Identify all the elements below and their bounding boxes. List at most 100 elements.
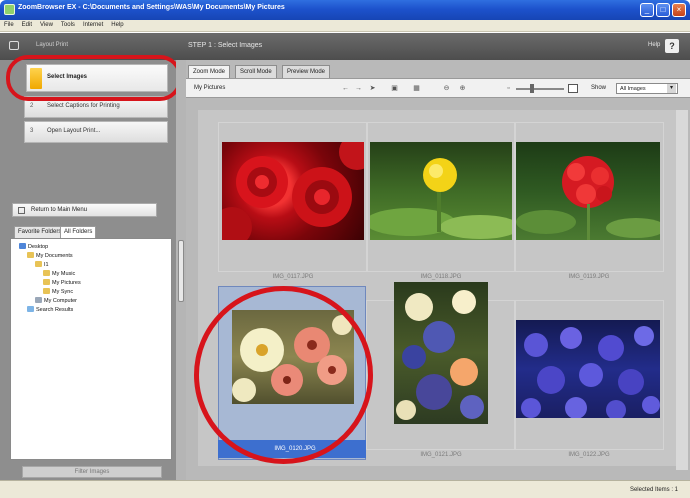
menu-help[interactable]: Help [107, 20, 127, 28]
status-bar: Selected Items : 1 [0, 480, 690, 498]
computer-icon [35, 297, 42, 303]
tree-item-label: My Sync [52, 289, 74, 295]
step-open-layout-print-button[interactable]: 3 Open Layout Print... [24, 121, 168, 143]
task-pane: Select Images 2 Select Captions for Prin… [0, 60, 176, 480]
tree-item-my-computer[interactable]: My Computer [35, 297, 77, 304]
step-label: Open Layout Print... [47, 128, 101, 134]
tree-item-label: I1 [44, 262, 49, 268]
tree-item-i1[interactable]: I1 [35, 261, 49, 268]
tab-favorite-folders[interactable]: Favorite Folders [14, 226, 66, 238]
thumbnail-item[interactable]: IMG_0119.JPG [514, 122, 664, 292]
show-filter-select[interactable]: All Images ▾ [616, 83, 678, 94]
thumbnail-filename: IMG_0122.JPG [568, 452, 610, 458]
highlight-circle-select-images [6, 55, 182, 101]
tree-item-label: Desktop [28, 244, 49, 250]
menu-bar: File Edit View Tools Internet Help [0, 20, 690, 32]
tab-zoom-mode[interactable]: Zoom Mode [188, 65, 231, 78]
large-thumbnail-icon[interactable] [568, 84, 578, 93]
pointer-icon[interactable]: ➤ [368, 84, 377, 93]
help-question-icon[interactable]: ? [665, 39, 679, 53]
zoom-in-icon[interactable]: ⊕ [458, 84, 467, 93]
step-title: STEP 1 : Select Images [188, 42, 263, 49]
menu-file[interactable]: File [0, 20, 18, 28]
thumbnail-filename: IMG_0117.JPG [272, 274, 314, 280]
tree-item-my-pictures[interactable]: My Pictures [43, 279, 81, 286]
app-icon [4, 4, 15, 15]
thumbnail-image-purple-flowers[interactable] [516, 320, 660, 418]
filter-images-button[interactable]: Filter Images [22, 466, 162, 478]
tab-all-folders[interactable]: All Folders [60, 226, 97, 238]
thumbnail-item[interactable]: IMG_0118.JPG [366, 122, 516, 292]
folder-icon [43, 288, 50, 294]
tree-item-label: Search Results [36, 307, 74, 313]
tab-scroll-mode[interactable]: Scroll Mode [235, 65, 277, 78]
folder-icon [43, 279, 50, 285]
view-dropdown-icon[interactable]: ▦ [412, 84, 421, 93]
menu-tools[interactable]: Tools [57, 20, 79, 28]
return-label: Return to Main Menu [31, 207, 88, 213]
maximize-button[interactable]: □ [656, 3, 670, 17]
thumbnail-size-slider[interactable] [516, 84, 564, 93]
browser-toolbar: My Pictures ← → ➤ ▣ ▦ ⊖ ⊕ ▫ Show All Ima… [186, 78, 690, 98]
folder-tree[interactable]: Desktop My Documents I1 My Music My Pict… [10, 238, 172, 460]
selected-items-count: Selected Items : 1 [629, 487, 678, 493]
tree-item-label: My Documents [36, 253, 73, 259]
search-folder-icon [27, 306, 34, 312]
folder-icon [35, 261, 42, 267]
thumbnail-item[interactable]: IMG_0121.JPG [366, 282, 516, 470]
yellow-bud-photo [370, 158, 512, 239]
thumbnail-image-bouquet[interactable] [394, 282, 488, 424]
select-dropdown-icon[interactable]: ▣ [390, 84, 399, 93]
menu-edit[interactable]: Edit [18, 20, 36, 28]
tab-preview-mode[interactable]: Preview Mode [282, 65, 331, 78]
bouquet-photo [396, 290, 484, 420]
menu-view[interactable]: View [36, 20, 57, 28]
thumbnail-image-yellow-bud[interactable] [370, 142, 512, 240]
tree-item-label: My Music [52, 271, 76, 277]
chevron-down-icon[interactable]: ▾ [667, 84, 676, 93]
step-label: Select Captions for Printing [47, 103, 120, 109]
geranium-photo [516, 156, 660, 240]
thumbnail-filename: IMG_0119.JPG [568, 274, 610, 280]
highlight-circle-selected-image [194, 286, 373, 464]
task-name: Layout Print [36, 42, 69, 48]
slider-knob[interactable] [530, 84, 534, 93]
tree-item-my-documents[interactable]: My Documents [27, 252, 73, 259]
return-to-main-menu-button[interactable]: Return to Main Menu [12, 203, 157, 217]
tree-item-my-sync[interactable]: My Sync [43, 288, 73, 295]
window-title: ZoomBrowser EX - C:\Documents and Settin… [18, 4, 285, 11]
tree-item-search-results[interactable]: Search Results [27, 306, 73, 313]
current-folder-label: My Pictures [194, 85, 226, 91]
return-icon [18, 207, 25, 214]
thumbnail-filename: IMG_0121.JPG [420, 452, 462, 458]
vertical-scrollbar[interactable] [676, 110, 688, 470]
pane-splitter[interactable] [176, 60, 186, 480]
close-button[interactable]: × [672, 3, 686, 17]
step-number: 2 [30, 103, 34, 109]
show-select-value: All Images [620, 86, 646, 92]
tree-item-label: My Computer [44, 298, 78, 304]
small-thumbnail-icon[interactable]: ▫ [504, 84, 513, 93]
thumbnail-item[interactable]: IMG_0117.JPG [218, 122, 368, 292]
minimize-button[interactable]: _ [640, 3, 654, 17]
tree-item-desktop[interactable]: Desktop [19, 243, 48, 250]
roses-photo [222, 142, 364, 240]
folder-icon [43, 270, 50, 276]
thumbnail-image-roses[interactable] [222, 142, 364, 240]
desktop-icon [19, 243, 26, 249]
forward-arrow-icon[interactable]: → [354, 84, 363, 93]
tree-item-label: My Pictures [52, 280, 81, 286]
thumbnail-item[interactable]: IMG_0122.JPG [514, 300, 664, 470]
window-titlebar: ZoomBrowser EX - C:\Documents and Settin… [0, 0, 690, 20]
zoom-out-icon[interactable]: ⊖ [442, 84, 451, 93]
tree-item-my-music[interactable]: My Music [43, 270, 75, 277]
thumbnail-image-geranium[interactable] [516, 142, 660, 240]
folder-icon [27, 252, 34, 258]
splitter-grip[interactable] [178, 240, 184, 302]
help-link[interactable]: Help [648, 42, 660, 48]
show-label: Show [591, 85, 607, 91]
purple-flowers-photo [521, 326, 660, 418]
back-icon[interactable] [9, 41, 19, 50]
back-arrow-icon[interactable]: ← [341, 84, 350, 93]
menu-internet[interactable]: Internet [79, 20, 107, 28]
